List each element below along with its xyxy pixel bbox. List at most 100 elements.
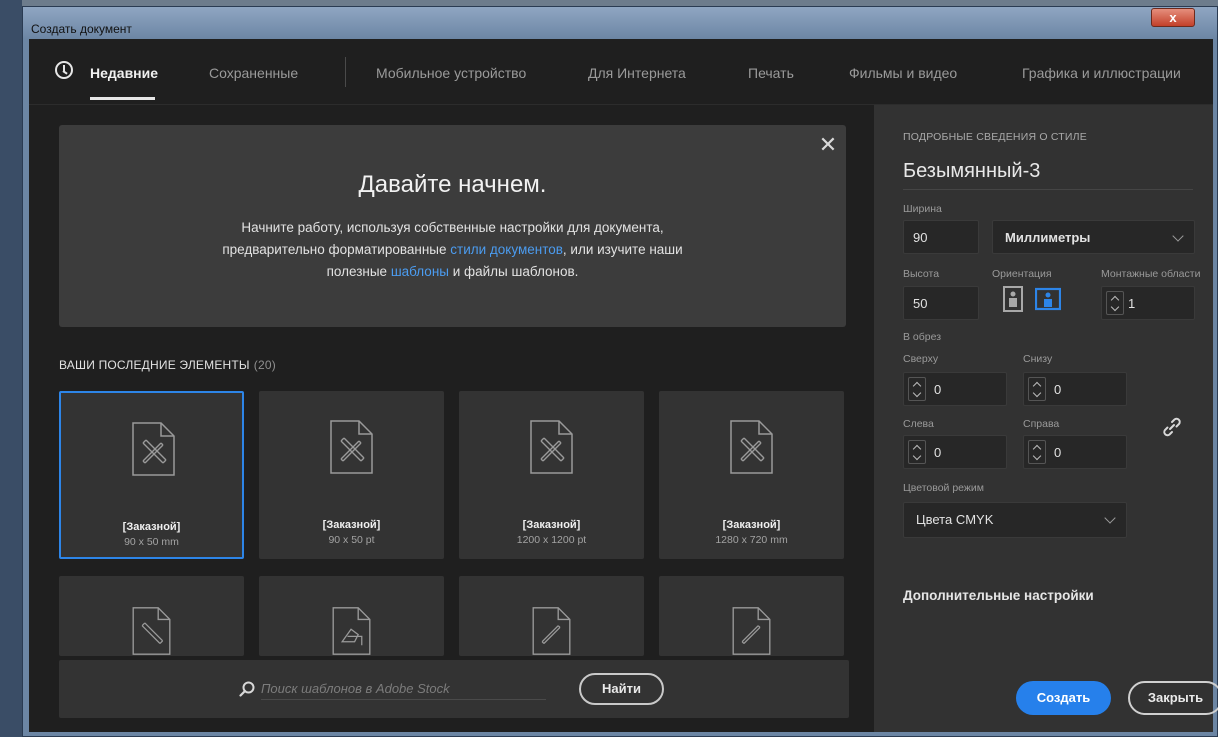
recent-item-card[interactable] (659, 576, 844, 656)
width-field[interactable]: 90 (903, 220, 979, 254)
right-bleed-value: 0 (1054, 445, 1062, 460)
close-icon[interactable]: ✕ (818, 134, 838, 156)
artboards-field[interactable]: 1 (1101, 286, 1195, 320)
document-name-underline (903, 189, 1193, 190)
active-tab-indicator (90, 97, 155, 100)
document-icon (132, 607, 171, 655)
bottom-bleed-value: 0 (1054, 382, 1062, 397)
chevron-down-icon (1104, 512, 1116, 524)
artboards-stepper[interactable] (1106, 291, 1124, 315)
tab-saved[interactable]: Сохраненные (209, 65, 298, 81)
more-settings-button[interactable]: Дополнительные настройки (903, 588, 1094, 603)
find-button[interactable]: Найти (579, 673, 664, 705)
document-icon (532, 607, 571, 655)
units-value: Миллиметры (1005, 230, 1091, 245)
recent-item-size: 90 x 50 mm (124, 536, 179, 548)
category-tabs: Недавние Сохраненные Мобильное устройств… (29, 39, 1213, 105)
main-content: ✕ Давайте начнем. Начните работу, исполь… (29, 105, 874, 732)
right-bleed-label: Справа (1023, 418, 1060, 430)
recent-item-card[interactable]: [Заказной] 90 x 50 mm (59, 391, 244, 559)
height-label: Высота (903, 268, 940, 280)
tab-art-illustration[interactable]: Графика и иллюстрации (1022, 65, 1181, 81)
recent-items-count: (20) (253, 358, 276, 372)
welcome-banner: ✕ Давайте начнем. Начните работу, исполь… (59, 125, 846, 327)
bottom-bleed-label: Снизу (1023, 353, 1053, 365)
recent-item-size: 90 x 50 pt (328, 534, 375, 546)
bleed-label: В обрез (903, 331, 942, 343)
clock-icon (55, 61, 73, 79)
window-title: Создать документ (31, 22, 132, 36)
welcome-title: Давайте начнем. (358, 171, 547, 198)
link-bleed-icon[interactable] (1160, 415, 1184, 439)
document-icon (530, 420, 573, 474)
recent-item-name: [Заказной] (522, 519, 581, 531)
tab-film-video[interactable]: Фильмы и видео (849, 65, 957, 81)
orientation-label: Ориентация (992, 268, 1052, 280)
tab-recent[interactable]: Недавние (90, 65, 158, 81)
units-select[interactable]: Миллиметры (992, 220, 1195, 254)
recent-items-header: ВАШИ ПОСЛЕДНИЕ ЭЛЕМЕНТЫ (20) (59, 358, 276, 372)
panel-heading: ПОДРОБНЫЕ СВЕДЕНИЯ О СТИЛЕ (903, 131, 1087, 143)
artboards-value: 1 (1128, 296, 1136, 311)
create-button[interactable]: Создать (1016, 681, 1111, 715)
recent-item-card[interactable]: [Заказной] 90 x 50 pt (259, 391, 444, 559)
close-button[interactable]: Закрыть (1128, 681, 1218, 715)
recent-item-size: 1200 x 1200 pt (516, 534, 587, 546)
document-presets-link[interactable]: стили документов (450, 242, 563, 257)
stock-search-bar: Найти (59, 660, 849, 718)
recent-item-card[interactable]: [Заказной] 1280 x 720 mm (659, 391, 844, 559)
document-name-field[interactable]: Безымянный-3 (903, 160, 1040, 183)
top-bleed-stepper[interactable] (908, 377, 926, 401)
recent-item-card[interactable] (59, 576, 244, 656)
new-document-dialog: Недавние Сохраненные Мобильное устройств… (29, 39, 1218, 732)
left-bleed-field[interactable]: 0 (903, 435, 1007, 469)
preset-details-panel: ПОДРОБНЫЕ СВЕДЕНИЯ О СТИЛЕ Безымянный-3 … (880, 105, 1218, 732)
tab-mobile[interactable]: Мобильное устройство (376, 65, 526, 81)
color-mode-value: Цвета CMYK (916, 512, 994, 527)
window-titlebar[interactable]: Создать документ x (23, 7, 1217, 39)
window-close-button[interactable]: x (1151, 8, 1195, 27)
bottom-bleed-stepper[interactable] (1028, 377, 1046, 401)
document-icon (732, 607, 771, 655)
width-value: 90 (913, 230, 928, 245)
recent-item-size: 1280 x 720 mm (715, 534, 788, 546)
welcome-line-1: Начните работу, используя собственные на… (241, 220, 664, 235)
shape-document-icon (332, 607, 371, 655)
left-bleed-stepper[interactable] (908, 440, 926, 464)
width-label: Ширина (903, 203, 942, 215)
desktop-edge (0, 0, 22, 737)
bottom-bleed-field[interactable]: 0 (1023, 372, 1127, 406)
document-icon (730, 420, 773, 474)
document-icon (132, 422, 175, 476)
recent-item-card[interactable] (459, 576, 644, 656)
welcome-text: Начните работу, используя собственные на… (119, 217, 786, 283)
stock-search-input[interactable] (261, 678, 546, 700)
portrait-orientation-icon[interactable] (1000, 286, 1026, 312)
height-field[interactable]: 50 (903, 286, 979, 320)
search-icon (239, 681, 255, 697)
left-bleed-label: Слева (903, 418, 934, 430)
tab-web[interactable]: Для Интернета (588, 65, 686, 81)
artboards-label: Монтажные области (1101, 268, 1201, 280)
tab-print[interactable]: Печать (748, 65, 794, 81)
recent-item-name: [Заказной] (122, 521, 181, 533)
welcome-text-part: и файлы шаблонов. (448, 264, 579, 279)
top-bleed-value: 0 (934, 382, 942, 397)
document-icon (330, 420, 373, 474)
recent-item-card[interactable] (259, 576, 444, 656)
right-bleed-stepper[interactable] (1028, 440, 1046, 464)
welcome-text-part: предварительно форматированные (222, 242, 451, 257)
landscape-orientation-icon[interactable] (1035, 286, 1061, 312)
recent-items-title: ВАШИ ПОСЛЕДНИЕ ЭЛЕМЕНТЫ (59, 358, 250, 372)
color-mode-select[interactable]: Цвета CMYK (903, 502, 1127, 538)
nav-divider (345, 57, 346, 87)
recent-item-name: [Заказной] (722, 519, 781, 531)
top-bleed-field[interactable]: 0 (903, 372, 1007, 406)
top-bleed-label: Сверху (903, 353, 939, 365)
recent-item-card[interactable]: [Заказной] 1200 x 1200 pt (459, 391, 644, 559)
recent-item-name: [Заказной] (322, 519, 381, 531)
right-bleed-field[interactable]: 0 (1023, 435, 1127, 469)
templates-link[interactable]: шаблоны (391, 264, 449, 279)
height-value: 50 (913, 296, 928, 311)
color-mode-label: Цветовой режим (903, 482, 985, 494)
